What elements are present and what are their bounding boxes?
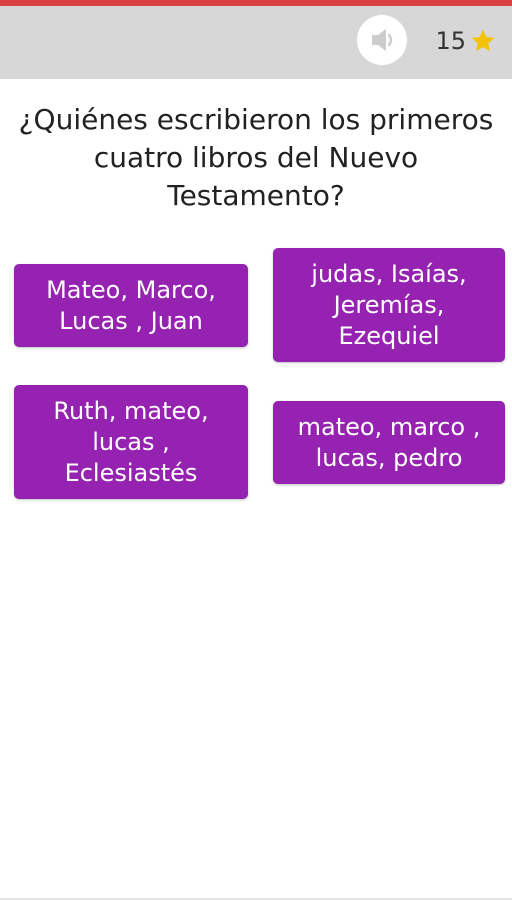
answer-option-4[interactable]: mateo, marco , lucas, pedro: [273, 401, 505, 484]
star-icon: [471, 29, 495, 52]
answer-option-2[interactable]: judas, Isaías, Jeremías, Ezequiel: [273, 248, 505, 362]
score-value: 15: [435, 27, 466, 55]
answer-option-1[interactable]: Mateo, Marco, Lucas , Juan: [14, 264, 248, 347]
score-display: 15: [435, 26, 496, 56]
header-bar: 15: [0, 6, 512, 79]
sound-toggle-button[interactable]: [357, 15, 407, 65]
question-text: ¿Quiénes escribieron los primeros cuatro…: [18, 103, 494, 212]
answer-option-3[interactable]: Ruth, mateo, lucas , Eclesiastés: [14, 385, 248, 499]
speaker-icon: [372, 29, 393, 51]
